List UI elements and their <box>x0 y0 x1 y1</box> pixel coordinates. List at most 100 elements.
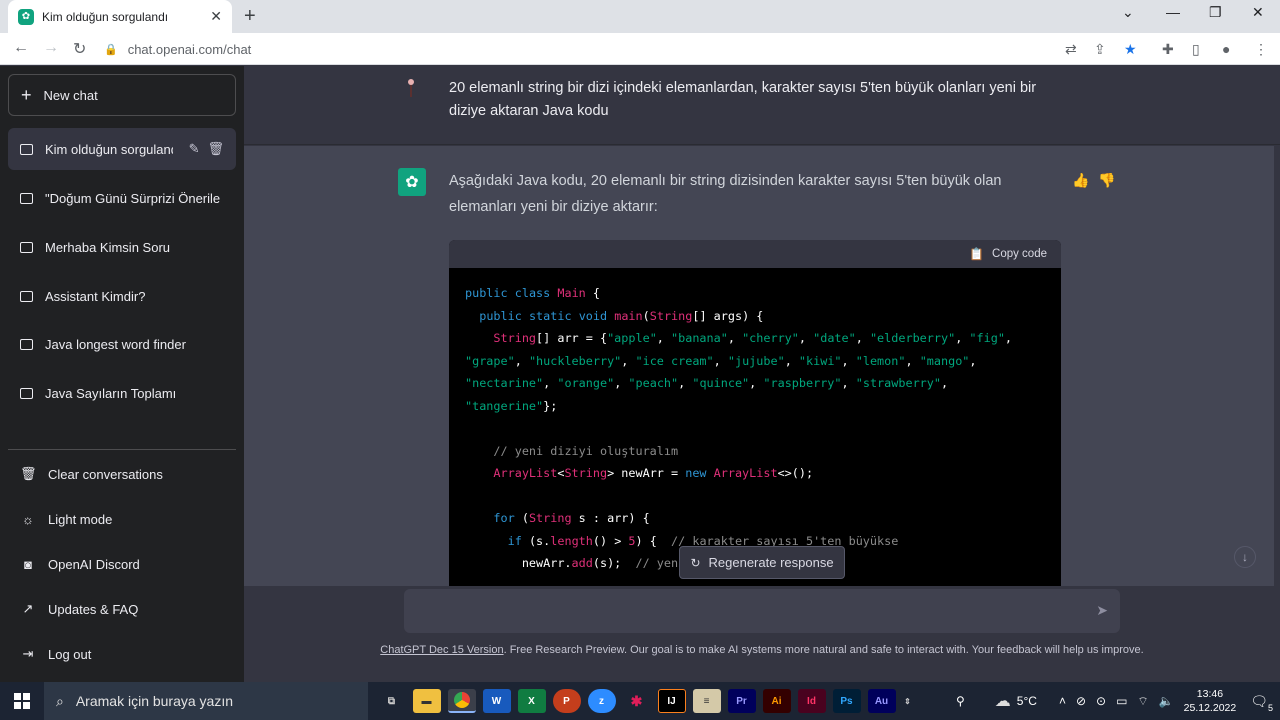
scroll-down-button[interactable]: ↓ <box>1234 546 1256 568</box>
notes-icon[interactable]: ≡ <box>692 689 721 713</box>
volume-icon[interactable]: 🔈 <box>1159 694 1174 708</box>
conversation-label: Assistant Kimdir? <box>45 288 146 304</box>
conversation-label: Java Sayıların Toplamı <box>45 385 177 401</box>
taskbar-search[interactable]: ⌕ Aramak için buraya yazın <box>44 682 368 720</box>
menu-icon[interactable]: ⋮ <box>1254 41 1268 58</box>
forward-icon[interactable]: → <box>43 39 59 57</box>
people-icon[interactable]: ⚲ <box>956 694 965 708</box>
side-panel-icon[interactable]: ▯ <box>1192 41 1200 58</box>
light-mode-button[interactable]: ☼ Light mode <box>8 499 236 539</box>
thumbs-up-icon[interactable]: 👍 <box>1072 172 1089 189</box>
conversation-item[interactable]: Java longest word finder <box>8 323 236 365</box>
zoom-icon[interactable]: z <box>587 689 616 713</box>
conversation-label: Kim olduğun sorgulandı <box>45 141 173 157</box>
scroll-apps-icon[interactable]: ⇕ <box>903 689 913 713</box>
address-bar[interactable]: 🔒 chat.openai.com/chat <box>104 36 1144 62</box>
copy-code-button[interactable]: Copy code <box>992 248 1047 260</box>
log-out-label: Log out <box>48 646 92 662</box>
external-link-icon: ↗ <box>22 601 34 616</box>
disclaimer-text: . Free Research Preview. Our goal is to … <box>503 644 1144 656</box>
translate-icon[interactable]: ⇄ <box>1065 41 1077 58</box>
openai-discord-link[interactable]: ◙ OpenAI Discord <box>8 544 236 584</box>
weather-icon: ☁ <box>994 693 1011 710</box>
intellij-icon[interactable]: IJ <box>657 689 686 713</box>
sidebar-divider <box>8 449 236 450</box>
bookmark-star-icon[interactable]: ★ <box>1124 41 1137 58</box>
wifi-icon[interactable]: ⌔ <box>1137 694 1148 709</box>
chat-bubble-icon <box>20 290 33 302</box>
edit-icon[interactable]: ✎ <box>189 141 200 157</box>
task-view-icon[interactable]: ⧉ <box>378 689 406 713</box>
clock[interactable]: 13:46 25.12.2022 <box>1184 687 1237 715</box>
indesign-icon[interactable]: Id <box>797 689 826 713</box>
location-icon[interactable]: ⊘ <box>1076 694 1086 708</box>
thumbs-down-icon[interactable]: 👎 <box>1098 172 1115 189</box>
conversation-item[interactable]: Assistant Kimdir? <box>8 275 236 317</box>
trash-icon: 🗑 <box>20 466 37 481</box>
conversation-item[interactable]: Java Sayıların Toplamı <box>8 372 236 414</box>
show-hidden-icons-icon[interactable]: ˄ <box>1059 694 1066 708</box>
new-tab-icon[interactable]: + <box>244 5 256 28</box>
send-icon[interactable]: ➤ <box>1096 602 1108 619</box>
lock-icon: 🔒 <box>104 43 118 56</box>
refresh-icon: ↻ <box>690 555 701 570</box>
excel-icon[interactable]: X <box>517 689 546 713</box>
conversation-item-active[interactable]: Kim olduğun sorgulandı ✎ 🗑 <box>8 128 236 170</box>
notifications-icon[interactable]: 🗨 5 <box>1250 693 1273 713</box>
log-out-button[interactable]: ⇥ Log out <box>8 634 236 674</box>
audition-icon[interactable]: Au <box>867 689 896 713</box>
word-icon[interactable]: W <box>482 689 511 713</box>
conversation-label: Merhaba Kimsin Soru <box>45 239 170 255</box>
back-icon[interactable]: ← <box>13 39 29 57</box>
clear-conversations-button[interactable]: 🗑 Clear conversations <box>8 454 236 494</box>
prompt-input[interactable]: ➤ <box>404 589 1120 633</box>
tab-search-icon[interactable]: ⌄ <box>1122 4 1134 21</box>
conversation-label: Java longest word finder <box>45 336 186 352</box>
chatgpt-logo-icon: ✿ <box>398 168 426 196</box>
sidebar: + New chat Kim olduğun sorgulandı ✎ 🗑 "D… <box>0 66 244 682</box>
tab-close-icon[interactable]: ✕ <box>210 8 222 25</box>
url-text: chat.openai.com/chat <box>127 41 252 57</box>
weather-temp[interactable]: 5°C <box>1017 694 1037 708</box>
trash-icon[interactable]: 🗑 <box>207 141 224 157</box>
start-button[interactable] <box>0 682 44 720</box>
illustrator-icon[interactable]: Ai <box>762 689 791 713</box>
sun-icon: ☼ <box>22 511 34 527</box>
battery-icon[interactable]: ▭ <box>1116 694 1127 708</box>
user-message: 20 elemanlı string bir dizi içindeki ele… <box>449 80 1037 119</box>
reload-icon[interactable]: ↻ <box>73 39 86 59</box>
discord-label: OpenAI Discord <box>48 556 140 572</box>
device-icon[interactable]: ⊙ <box>1096 694 1106 708</box>
conversation-item[interactable]: "Doğum Günü Sürprizi Önerile <box>8 177 236 219</box>
chat-bubble-icon <box>20 387 33 399</box>
slack-icon[interactable]: ✱ <box>623 689 651 713</box>
plus-icon: + <box>21 84 32 105</box>
browser-tab[interactable]: ✿ Kim olduğun sorgulandı ✕ <box>8 0 232 33</box>
new-chat-button[interactable]: + New chat <box>8 74 236 116</box>
updates-faq-link[interactable]: ↗ Updates & FAQ <box>8 589 236 629</box>
clock-time: 13:46 <box>1196 688 1224 700</box>
minimize-icon[interactable]: — <box>1166 4 1180 20</box>
tab-title: Kim olduğun sorgulandı <box>42 9 169 24</box>
chat-bubble-icon <box>20 143 33 155</box>
regenerate-label: Regenerate response <box>708 555 834 570</box>
code-header: 📋 Copy code <box>449 240 1061 268</box>
regenerate-response-button[interactable]: ↻ Regenerate response <box>679 546 845 579</box>
share-icon[interactable]: ⇪ <box>1094 41 1106 58</box>
maximize-icon[interactable]: ❐ <box>1209 4 1222 21</box>
windows-taskbar: ⌕ Aramak için buraya yazın ⧉ ▬ W X P z ✱… <box>0 682 1280 720</box>
extensions-icon[interactable]: ✚ <box>1162 41 1174 58</box>
file-explorer-icon[interactable]: ▬ <box>412 689 441 713</box>
conversation-item[interactable]: Merhaba Kimsin Soru <box>8 226 236 268</box>
premiere-icon[interactable]: Pr <box>727 689 756 713</box>
chat-main: 20 elemanlı string bir dizi içindeki ele… <box>244 66 1280 682</box>
chrome-icon[interactable] <box>447 689 476 713</box>
photoshop-icon[interactable]: Ps <box>832 689 861 713</box>
window-close-icon[interactable]: ✕ <box>1252 4 1264 21</box>
conversation-label: "Doğum Günü Sürprizi Önerile <box>45 190 221 206</box>
assistant-message: Aşağıdaki Java kodu, 20 elemanlı bir str… <box>449 173 1002 215</box>
disclaimer: ChatGPT Dec 15 Version. Free Research Pr… <box>244 644 1280 656</box>
profile-avatar[interactable]: ● <box>1222 41 1230 57</box>
powerpoint-icon[interactable]: P <box>552 689 581 713</box>
version-link[interactable]: ChatGPT Dec 15 Version <box>380 644 503 656</box>
